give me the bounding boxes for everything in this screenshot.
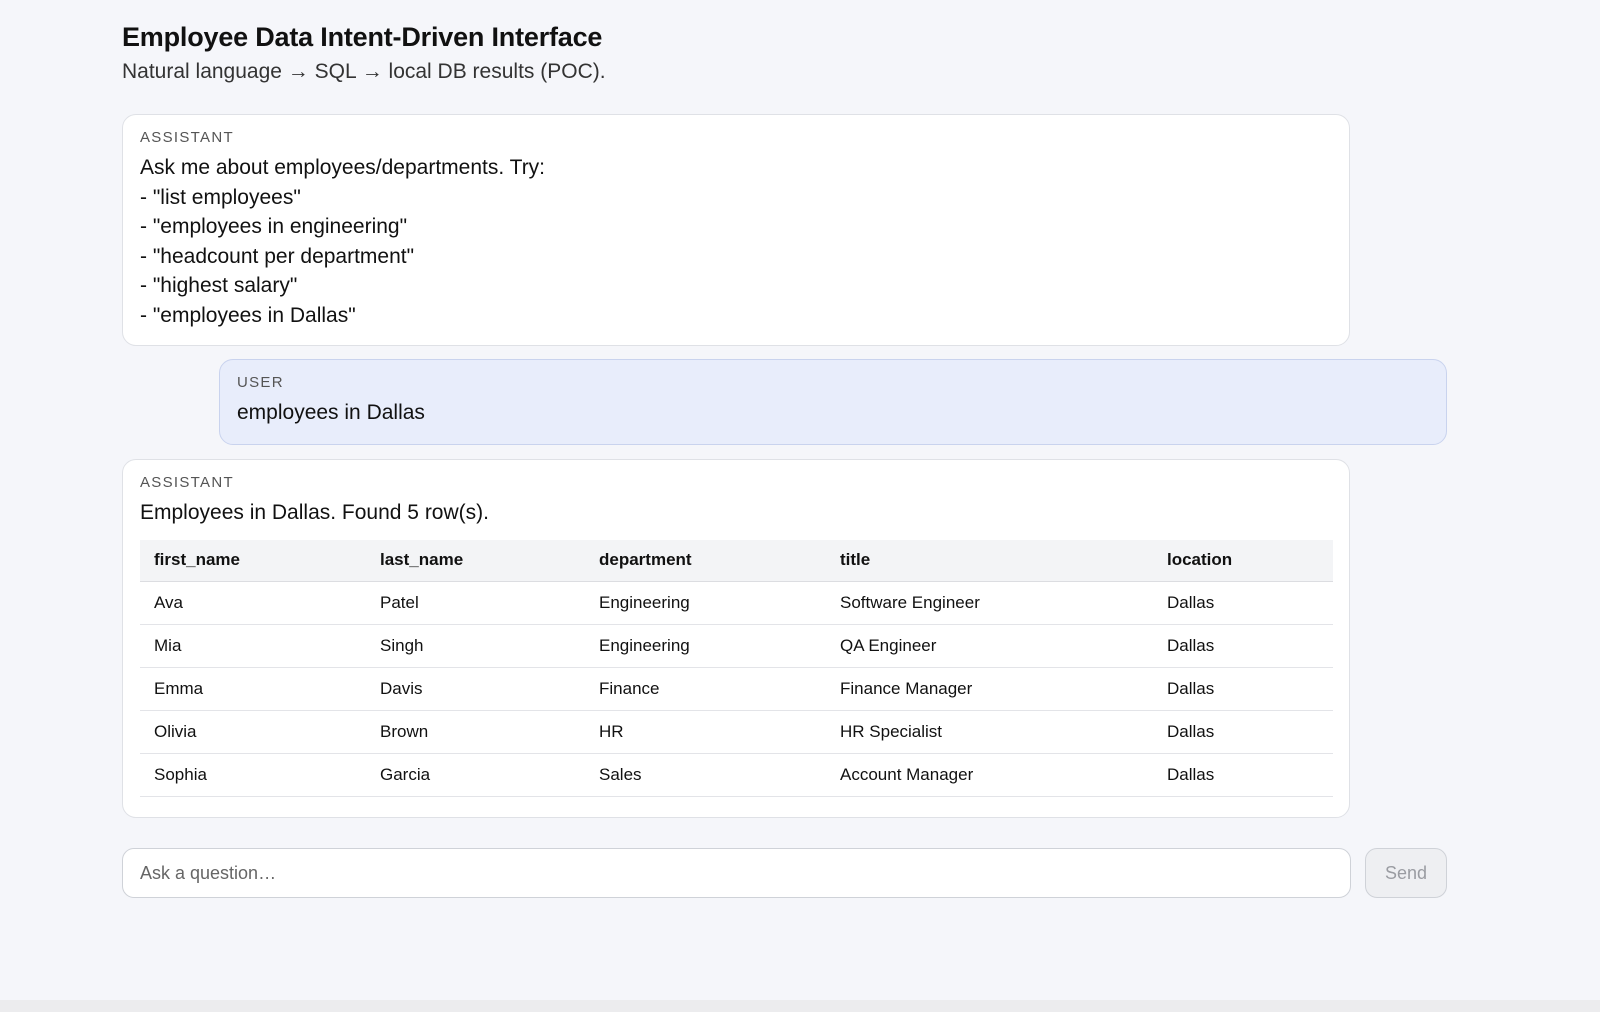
user-message: USER employees in Dallas xyxy=(219,359,1447,445)
table-cell: Dallas xyxy=(1153,581,1333,625)
table-row: Emma Davis Finance Finance Manager Dalla… xyxy=(140,667,1333,711)
table-row: Mia Singh Engineering QA Engineer Dallas xyxy=(140,624,1333,668)
table-cell: Account Manager xyxy=(826,753,1153,797)
message-text: Ask me about employees/departments. Try:… xyxy=(140,153,1332,330)
table-cell: Singh xyxy=(366,624,585,668)
table-cell: Dallas xyxy=(1153,624,1333,668)
column-header: title xyxy=(826,539,1153,582)
table-cell: Engineering xyxy=(585,624,826,668)
page-subtitle: Natural language → SQL → local DB result… xyxy=(122,60,606,83)
table-cell: Dallas xyxy=(1153,753,1333,797)
assistant-message: ASSISTANT Ask me about employees/departm… xyxy=(122,114,1350,346)
table-row: Ava Patel Engineering Software Engineer … xyxy=(140,581,1333,625)
table-cell: Software Engineer xyxy=(826,581,1153,625)
table-cell: Davis xyxy=(366,667,585,711)
column-header: first_name xyxy=(140,539,366,582)
message-line: - "list employees" xyxy=(140,185,301,209)
message-line: - "headcount per department" xyxy=(140,244,415,268)
send-button[interactable]: Send xyxy=(1365,848,1447,898)
message-line: - "employees in Dallas" xyxy=(140,303,356,327)
table-cell: Engineering xyxy=(585,581,826,625)
results-table: first_name last_name department title lo… xyxy=(140,539,1333,797)
table-cell: Emma xyxy=(140,667,366,711)
composer: Send xyxy=(122,848,1447,898)
table-cell: HR Specialist xyxy=(826,710,1153,754)
table-cell: Sales xyxy=(585,753,826,797)
table-cell: QA Engineer xyxy=(826,624,1153,668)
page-header: Employee Data Intent-Driven Interface Na… xyxy=(122,22,1447,84)
message-line: - "highest salary" xyxy=(140,274,298,297)
column-header: last_name xyxy=(366,539,585,582)
table-cell: Finance xyxy=(585,667,826,711)
message-role: ASSISTANT xyxy=(140,474,234,491)
message-text: employees in Dallas xyxy=(237,401,425,424)
column-header: location xyxy=(1153,539,1333,582)
table-header-row: first_name last_name department title lo… xyxy=(140,539,1333,582)
message-role: USER xyxy=(237,374,284,391)
table-cell: Dallas xyxy=(1153,667,1333,711)
table-cell: Finance Manager xyxy=(826,667,1153,711)
message-line: Ask me about employees/departments. Try: xyxy=(140,156,546,179)
window-bottom-edge xyxy=(0,1000,1600,1012)
table-cell: Patel xyxy=(366,581,585,625)
table-cell: Brown xyxy=(366,710,585,754)
table-cell: HR xyxy=(585,710,826,754)
message-line: - "employees in engineering" xyxy=(140,215,408,238)
table-row: Olivia Brown HR HR Specialist Dallas xyxy=(140,710,1333,754)
message-text: Employees in Dallas. Found 5 row(s). xyxy=(140,501,489,524)
table-cell: Garcia xyxy=(366,753,585,797)
assistant-message: ASSISTANT Employees in Dallas. Found 5 r… xyxy=(122,459,1350,818)
table-cell: Mia xyxy=(140,624,366,668)
table-cell: Olivia xyxy=(140,710,366,754)
table-row: Sophia Garcia Sales Account Manager Dall… xyxy=(140,753,1333,797)
table-cell: Ava xyxy=(140,581,366,625)
page-title: Employee Data Intent-Driven Interface xyxy=(122,22,603,52)
table-cell: Sophia xyxy=(140,753,366,797)
table-cell: Dallas xyxy=(1153,710,1333,754)
column-header: department xyxy=(585,539,826,582)
question-input[interactable] xyxy=(122,848,1351,898)
message-role: ASSISTANT xyxy=(140,129,234,146)
